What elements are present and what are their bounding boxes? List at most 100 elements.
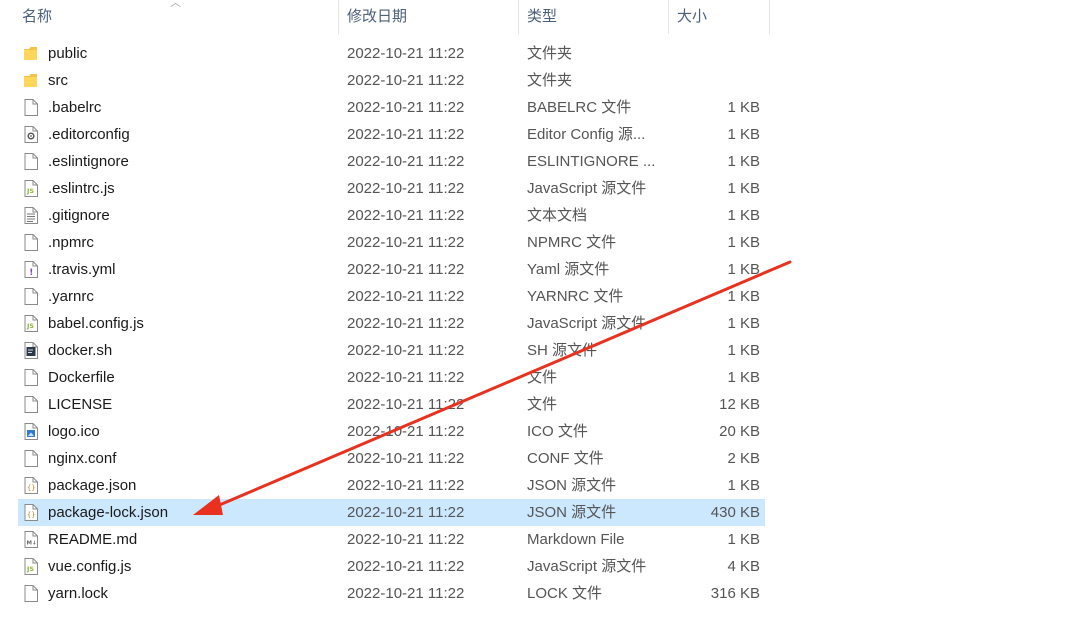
- file-row[interactable]: .gitignore 2022-10-21 11:22 文本文档 1 KB: [0, 202, 770, 229]
- file-row[interactable]: yarn.lock 2022-10-21 11:22 LOCK 文件 316 KB: [0, 580, 770, 607]
- column-header-date[interactable]: 修改日期: [339, 0, 519, 34]
- file-row[interactable]: .yarnrc 2022-10-21 11:22 YARNRC 文件 1 KB: [0, 283, 770, 310]
- file-row[interactable]: ! .travis.yml 2022-10-21 11:22 Yaml 源文件 1 KB: [0, 256, 770, 283]
- file-row[interactable]: LICENSE 2022-10-21 11:22 文件 12 KB: [0, 391, 770, 418]
- file-size: 12 KB: [719, 396, 760, 413]
- column-header-name[interactable]: 名称 ︿: [0, 0, 339, 34]
- file-name: package-lock.json: [48, 504, 169, 521]
- file-type: JavaScript 源文件: [527, 315, 647, 332]
- file-row[interactable]: nginx.conf 2022-10-21 11:22 CONF 文件 2 KB: [0, 445, 770, 472]
- column-header-date-label: 修改日期: [347, 8, 408, 25]
- file-explorer: 名称 ︿ 修改日期 类型 大小 public 2022-10-21 11:22 文件…: [0, 0, 1080, 641]
- file-date: 2022-10-21 11:22: [347, 288, 465, 305]
- file-type: 文件: [527, 369, 558, 386]
- svg-text:!: !: [29, 268, 33, 278]
- file-icon: [24, 153, 38, 170]
- shell-file-icon: [24, 342, 38, 359]
- svg-text:{}: {}: [27, 511, 35, 519]
- column-header-size-label: 大小: [677, 8, 708, 25]
- column-header-name-label: 名称: [22, 8, 53, 25]
- file-row[interactable]: JS .eslintrc.js 2022-10-21 11:22 JavaScript…: [0, 175, 770, 202]
- file-size: 1 KB: [727, 234, 760, 251]
- file-type: 文本文档: [527, 207, 588, 224]
- file-type: NPMRC 文件: [527, 234, 617, 251]
- file-size: 1 KB: [727, 207, 760, 224]
- file-type: ICO 文件: [527, 423, 588, 440]
- svg-text:M↓: M↓: [27, 540, 37, 547]
- file-type: 文件: [527, 396, 558, 413]
- file-row[interactable]: M↓ README.md 2022-10-21 11:22 Markdown File…: [0, 526, 770, 553]
- file-name: docker.sh: [48, 342, 113, 359]
- js-file-icon: JS: [24, 315, 38, 332]
- file-row[interactable]: src 2022-10-21 11:22 文件夹: [0, 67, 770, 94]
- file-name: .npmrc: [48, 234, 94, 251]
- file-icon: [24, 450, 38, 467]
- file-name: .babelrc: [48, 99, 102, 116]
- file-row[interactable]: .npmrc 2022-10-21 11:22 NPMRC 文件 1 KB: [0, 229, 770, 256]
- file-date: 2022-10-21 11:22: [347, 315, 465, 332]
- file-type: JavaScript 源文件: [527, 558, 647, 575]
- js-file-icon: JS: [24, 180, 38, 197]
- js-file-icon: JS: [24, 558, 38, 575]
- file-date: 2022-10-21 11:22: [347, 423, 465, 440]
- markdown-file-icon: M↓: [24, 531, 38, 548]
- file-row[interactable]: .eslintignore 2022-10-21 11:22 ESLINTIGNOR…: [0, 148, 770, 175]
- text-file-icon: [24, 207, 38, 224]
- svg-text:JS: JS: [26, 322, 34, 330]
- file-row[interactable]: .babelrc 2022-10-21 11:22 BABELRC 文件 1 KB: [0, 94, 770, 121]
- file-size: 1 KB: [727, 180, 760, 197]
- file-date: 2022-10-21 11:22: [347, 450, 465, 467]
- file-size: 1 KB: [727, 288, 760, 305]
- file-row[interactable]: JS vue.config.js 2022-10-21 11:22 JavaScrip…: [0, 553, 770, 580]
- folder-icon: [24, 74, 37, 87]
- file-name: LICENSE: [48, 396, 113, 413]
- file-name: vue.config.js: [48, 558, 132, 575]
- file-name: yarn.lock: [48, 585, 109, 602]
- file-date: 2022-10-21 11:22: [347, 558, 465, 575]
- file-size: 1 KB: [727, 342, 760, 359]
- file-type: YARNRC 文件: [527, 288, 624, 305]
- file-size: 2 KB: [727, 450, 760, 467]
- file-date: 2022-10-21 11:22: [347, 342, 465, 359]
- file-size: 1 KB: [727, 153, 760, 170]
- file-row[interactable]: {} package-lock.json 2022-10-21 11:22 JSON …: [0, 499, 770, 526]
- column-header-type[interactable]: 类型: [519, 0, 669, 34]
- file-row[interactable]: Dockerfile 2022-10-21 11:22 文件 1 KB: [0, 364, 770, 391]
- file-size: 1 KB: [727, 477, 760, 494]
- file-date: 2022-10-21 11:22: [347, 261, 465, 278]
- file-date: 2022-10-21 11:22: [347, 153, 465, 170]
- file-type: 文件夹: [527, 72, 573, 89]
- file-name: public: [48, 45, 88, 62]
- file-size: 1 KB: [727, 126, 760, 143]
- file-size: 1 KB: [727, 261, 760, 278]
- file-row[interactable]: public 2022-10-21 11:22 文件夹: [0, 40, 770, 67]
- file-date: 2022-10-21 11:22: [347, 585, 465, 602]
- svg-text:JS: JS: [26, 187, 34, 195]
- file-type: JSON 源文件: [527, 477, 617, 494]
- file-type: JSON 源文件: [527, 504, 617, 521]
- file-date: 2022-10-21 11:22: [347, 477, 465, 494]
- file-date: 2022-10-21 11:22: [347, 180, 465, 197]
- image-file-icon: [24, 423, 38, 440]
- file-size: 1 KB: [727, 99, 760, 116]
- file-row[interactable]: {} package.json 2022-10-21 11:22 JSON 源文件 1 …: [0, 472, 770, 499]
- file-type: SH 源文件: [527, 342, 598, 359]
- file-row[interactable]: docker.sh 2022-10-21 11:22 SH 源文件 1 KB: [0, 337, 770, 364]
- file-name: .editorconfig: [48, 126, 130, 143]
- file-size: 316 KB: [710, 585, 760, 602]
- file-row[interactable]: .editorconfig 2022-10-21 11:22 Editor Conf…: [0, 121, 770, 148]
- file-row[interactable]: logo.ico 2022-10-21 11:22 ICO 文件 20 KB: [0, 418, 770, 445]
- file-size: 1 KB: [727, 315, 760, 332]
- column-header-size[interactable]: 大小: [669, 0, 770, 34]
- file-row[interactable]: JS babel.config.js 2022-10-21 11:22 JavaScr…: [0, 310, 770, 337]
- file-type: CONF 文件: [527, 450, 604, 467]
- file-name: Dockerfile: [48, 369, 115, 386]
- column-header-type-label: 类型: [527, 8, 558, 25]
- file-name: .eslintignore: [48, 153, 129, 170]
- file-size: 1 KB: [727, 369, 760, 386]
- file-type: Markdown File: [527, 531, 625, 548]
- file-type: LOCK 文件: [527, 585, 603, 602]
- file-name: .gitignore: [48, 207, 110, 224]
- file-name: .travis.yml: [48, 261, 116, 278]
- file-date: 2022-10-21 11:22: [347, 531, 465, 548]
